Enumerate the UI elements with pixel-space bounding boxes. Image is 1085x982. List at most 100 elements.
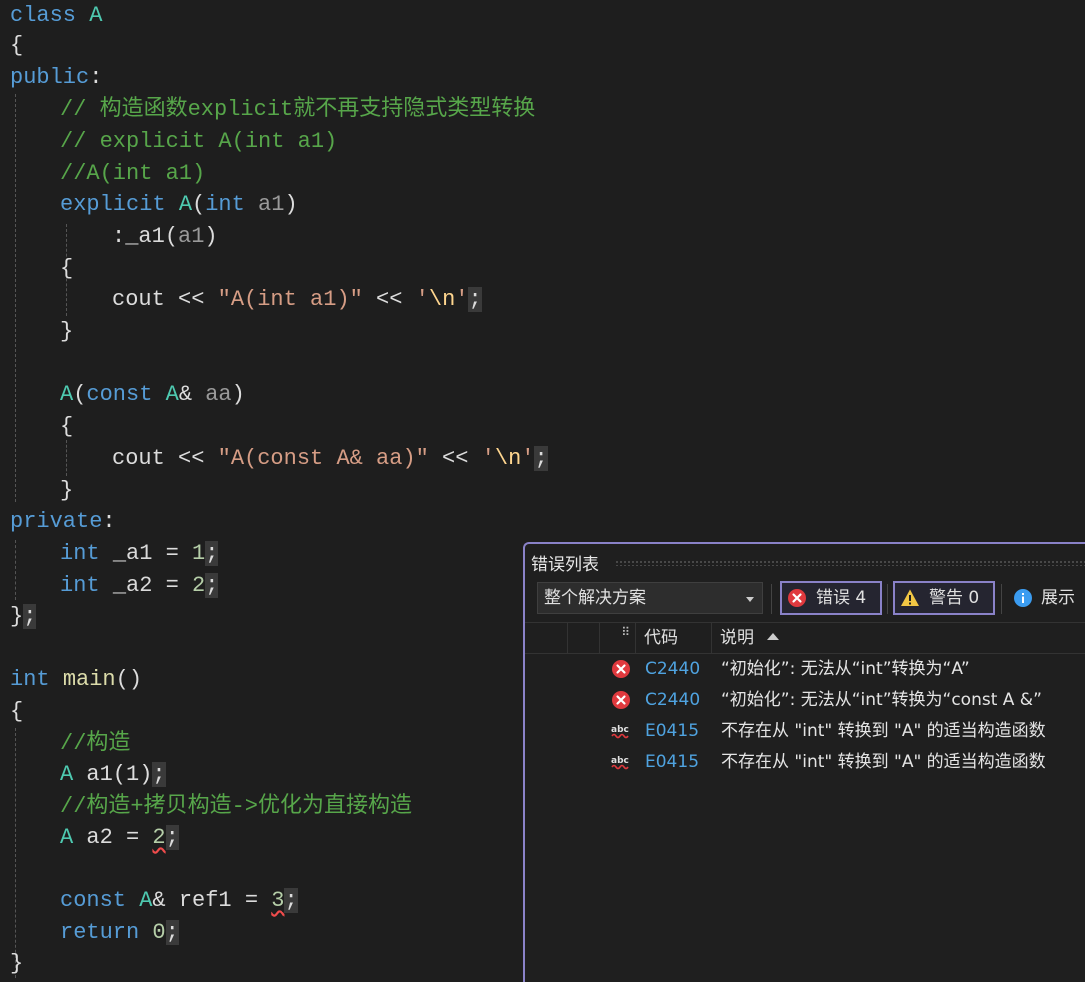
error-description: “初始化”: 无法从“int”转换为“A” [721,659,970,679]
column-header-description-label: 说明 [720,628,754,648]
header-cell-category[interactable]: ⠿ [599,623,636,653]
code-token: () [115,667,143,692]
code-token: ) [231,382,245,407]
code-token: A [139,888,153,913]
toolbar-separator [1001,584,1002,614]
code-token: { [60,414,74,439]
code-token: ; [284,888,298,913]
code-line[interactable]: class A [10,0,102,32]
code-token: << [164,287,218,312]
code-token: ; [165,920,179,945]
code-line[interactable]: explicit A(int a1) [60,189,298,221]
code-line[interactable]: int main() [10,664,142,696]
panel-grip[interactable] [615,560,1085,566]
code-token: A [60,382,74,407]
column-header-description[interactable]: 说明 [711,623,1085,653]
warnings-filter-button[interactable]: 警告 0 [893,581,995,615]
chevron-down-icon [746,597,754,602]
code-token: 2 [192,573,206,598]
error-code[interactable]: E0415 [645,715,699,747]
code-token: 2 [152,825,166,850]
code-token: } [10,604,24,629]
code-line[interactable]: //A(int a1) [60,158,205,190]
code-line[interactable]: A(const A& aa) [60,379,245,411]
intellisense-abc-icon: abc [611,756,629,770]
error-row[interactable]: C2440 “初始化”: 无法从“int”转换为“A” [525,653,1085,685]
code-token: explicit [60,192,166,217]
code-token: 0 [152,920,166,945]
indent-guide [15,540,16,600]
error-list-panel[interactable]: 错误列表 整个解决方案 错误 4 警告 0 展示 ⠿ 代码 说明 C2440 “… [523,542,1085,982]
code-token: _a1 [125,224,165,249]
error-description: 不存在从 "int" 转换到 "A" 的适当构造函数 [721,752,1046,772]
code-line[interactable]: } [60,475,73,507]
code-token: cout [112,446,165,471]
info-icon [1014,589,1032,607]
code-line[interactable]: //构造 [60,728,130,760]
code-token: ' [455,287,469,312]
code-line[interactable]: } [10,948,23,980]
code-line[interactable]: { [10,30,23,62]
error-list-title: 错误列表 [531,555,599,575]
code-token: int [60,541,100,566]
code-line[interactable]: cout << "A(int a1)" << '\n'; [112,284,482,316]
error-code[interactable]: C2440 [645,653,700,685]
scope-dropdown[interactable]: 整个解决方案 [537,582,763,614]
code-token: \n [428,287,456,312]
code-line[interactable]: { [10,696,23,728]
code-line[interactable]: { [60,411,73,443]
code-line[interactable]: public: [10,62,102,94]
code-line[interactable]: const A& ref1 = 3; [60,885,298,917]
column-header-code-label: 代码 [644,628,678,648]
code-token: // explicit A(int a1) [60,129,338,154]
messages-filter-button[interactable]: 展示 [1013,586,1075,610]
code-token: = [152,541,193,566]
code-line[interactable]: cout << "A(const A& aa)" << '\n'; [112,443,548,475]
code-token: const [60,888,127,913]
code-token: = [152,573,193,598]
code-token: //A(int a1) [60,161,206,186]
code-token: ( [73,382,87,407]
code-line[interactable]: } [60,316,73,348]
error-code[interactable]: E0415 [645,746,699,778]
code-token: << [428,446,482,471]
code-token: class [10,3,77,28]
code-token: A [165,382,179,407]
error-code[interactable]: C2440 [645,684,700,716]
code-token: & [178,382,206,407]
code-line[interactable]: private: [10,506,116,538]
code-line[interactable]: int _a1 = 1; [60,538,219,570]
code-token: : [89,65,103,90]
code-line[interactable]: A a1(1); [60,759,166,791]
column-header-code[interactable]: 代码 [635,623,720,653]
code-token: } [10,951,24,976]
code-token: ; [205,573,219,598]
errors-filter-label: 错误 4 [816,588,867,608]
code-token: \n [494,446,522,471]
code-line[interactable]: // explicit A(int a1) [60,126,337,158]
code-token: { [60,256,74,281]
header-cell-blank[interactable] [567,623,600,653]
code-token: : [102,509,116,534]
code-line[interactable]: return 0; [60,917,179,949]
error-row[interactable]: abc E0415 不存在从 "int" 转换到 "A" 的适当构造函数 [525,715,1085,747]
svg-text:abc: abc [611,725,629,735]
errors-filter-button[interactable]: 错误 4 [780,581,882,615]
code-line[interactable]: :_a1(a1) [112,221,218,253]
error-row[interactable]: abc E0415 不存在从 "int" 转换到 "A" 的适当构造函数 [525,746,1085,778]
code-line[interactable]: int _a2 = 2; [60,570,219,602]
scope-dropdown-value: 整个解决方案 [544,588,646,608]
code-line[interactable]: { [60,253,73,285]
code-token: aa [205,382,232,407]
code-line[interactable]: A a2 = 2; [60,822,179,854]
code-token: } [60,319,74,344]
code-token: _a1 [112,541,153,566]
code-line[interactable]: //构造+拷贝构造->优化为直接构造 [60,791,412,823]
code-token: } [60,478,74,503]
code-line[interactable]: // 构造函数explicit就不再支持隐式类型转换 [60,94,535,126]
error-row[interactable]: C2440 “初始化”: 无法从“int”转换为“const A &” [525,684,1085,716]
code-line[interactable]: }; [10,601,37,633]
code-token: ; [152,762,166,787]
